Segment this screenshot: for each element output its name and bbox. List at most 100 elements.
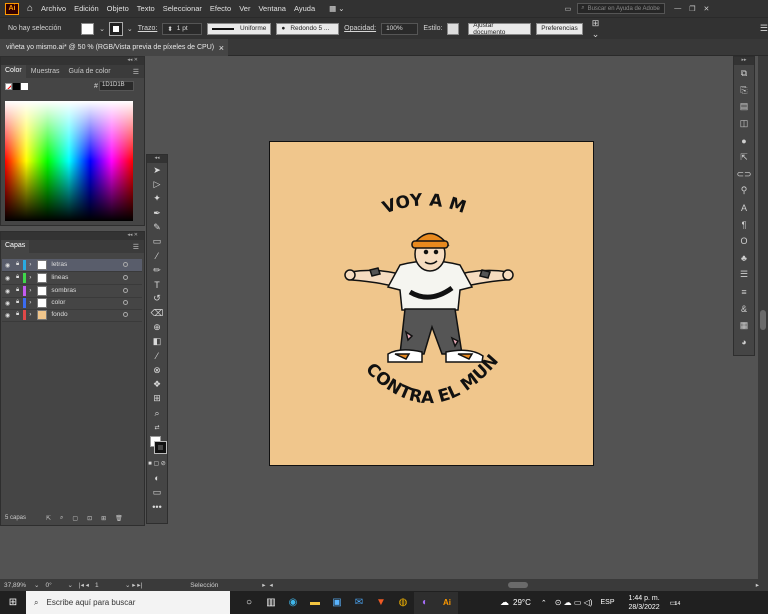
lock-icon[interactable]: 🔒︎ [16, 311, 19, 318]
new-sublayer-icon[interactable]: ⊡ [87, 515, 92, 522]
artboard-tool-icon[interactable]: ⊞ [147, 392, 167, 406]
chevron-right-icon[interactable]: › [29, 299, 31, 306]
selection-tool-icon[interactable]: ➤ [147, 163, 167, 177]
clock[interactable]: 1:44 p. m. 28/3/2022 [629, 594, 660, 612]
blend-tool-icon[interactable]: ⊗ [147, 363, 167, 377]
home-icon[interactable]: ⌂ [27, 3, 33, 14]
swap-fill-stroke-icon[interactable]: ⇄ [147, 420, 167, 434]
panel-menu-icon[interactable]: ☰ [133, 243, 139, 251]
appearance-icon[interactable]: ● [734, 132, 754, 149]
language-indicator[interactable]: ESP [601, 599, 615, 606]
menu-ventana[interactable]: Ventana [258, 4, 286, 13]
mail-icon[interactable]: ✉ [348, 592, 370, 614]
opacity-label[interactable]: Opacidad: [344, 25, 376, 32]
swatches-icon[interactable]: ▦ [734, 317, 754, 334]
menu-texto[interactable]: Texto [137, 4, 155, 13]
screen-mode-icon[interactable]: ▭ [147, 485, 167, 499]
vertical-scrollbar[interactable] [758, 56, 768, 579]
layer-target-icon[interactable] [123, 312, 128, 318]
lock-icon[interactable]: 🔒︎ [16, 261, 19, 268]
layer-name[interactable]: lineas [51, 274, 106, 281]
temperature[interactable]: 29°C [513, 598, 531, 607]
chevron-down-icon[interactable]: ⌄ [34, 581, 39, 589]
menu-efecto[interactable]: Efecto [210, 4, 231, 13]
type-tool-icon[interactable]: T [147, 277, 167, 291]
artboard-number[interactable]: 1 [95, 582, 125, 589]
help-search-input[interactable]: ⌕ Buscar en Ayuda de Adobe [577, 3, 666, 14]
artboard[interactable]: VOY A MÍ CONTRA EL MUNDO [263, 125, 594, 466]
close-button[interactable]: ✕ [704, 5, 710, 13]
links-icon[interactable]: ⊂⊃ [734, 166, 754, 183]
paragraph-icon[interactable]: ¶ [734, 216, 754, 233]
character-icon[interactable]: A [734, 199, 754, 216]
magic-wand-tool-icon[interactable]: ✦ [147, 192, 167, 206]
color-mode-icon[interactable]: ■ ▢ ⊘ [147, 457, 167, 471]
hex-field[interactable]: 1D1D1B [99, 81, 134, 91]
chevron-right-icon[interactable]: › [29, 261, 31, 268]
rotate-tool-icon[interactable]: ↺ [147, 292, 167, 306]
messenger-icon[interactable]: ◐ [414, 591, 436, 614]
eyedropper-tool-icon[interactable]: ⁄ [147, 349, 167, 363]
arrange-docs-icon[interactable]: ▭ [565, 5, 572, 13]
restore-button[interactable]: ❐ [689, 5, 695, 13]
paintbrush-tool-icon[interactable]: ⁄ [147, 249, 167, 263]
properties-icon[interactable]: ⧉ [734, 65, 754, 82]
chevron-right-icon[interactable]: › [29, 274, 31, 281]
visibility-eye-icon[interactable]: ◉ [5, 275, 11, 282]
layer-name[interactable]: color [51, 299, 106, 306]
windows-start-icon[interactable]: ⊞ [0, 592, 26, 614]
stroke-label[interactable]: Trazo: [138, 25, 158, 32]
workspace-switcher-icon[interactable]: ▦ ⌄ [329, 4, 344, 13]
minimize-button[interactable]: — [674, 5, 681, 12]
white-swatch[interactable] [21, 83, 28, 90]
layer-name[interactable]: letras [51, 261, 106, 268]
rectangle-tool-icon[interactable]: ▭ [147, 234, 167, 248]
symbol-sprayer-tool-icon[interactable]: ❖ [147, 377, 167, 391]
locate-object-icon[interactable]: ⌕ [60, 515, 63, 522]
next-artboard-icon[interactable]: ⌄ ▸ ▸| [125, 581, 142, 589]
menu-edicion[interactable]: Edición [74, 4, 99, 13]
prev-artboard-icon[interactable]: |◂ ◂ [79, 581, 89, 589]
curvature-tool-icon[interactable]: ✎ [147, 220, 167, 234]
export-icon[interactable]: ⇱ [46, 515, 51, 522]
chrome-icon[interactable]: ◍ [392, 592, 414, 614]
layer-row-sombras[interactable]: ◉ 🔒︎ › sombras [2, 285, 142, 298]
artboards-icon[interactable]: ⎘ [734, 82, 754, 99]
style-swatch[interactable] [447, 22, 460, 35]
layer-row-color[interactable]: ◉ 🔒︎ › color [2, 297, 142, 310]
new-layer-icon[interactable]: ⊞ [101, 515, 106, 522]
layer-name[interactable]: sombras [51, 287, 106, 294]
chevron-right-icon[interactable]: › [29, 311, 31, 318]
clipping-mask-icon[interactable]: ▢ [72, 515, 78, 522]
brushes-icon[interactable]: ⚲ [734, 183, 754, 200]
symbols-icon[interactable]: ♣ [734, 250, 754, 267]
align-icon[interactable]: ☰ [734, 267, 754, 284]
transparency-icon[interactable]: ▤ [734, 99, 754, 116]
gradient-tool-icon[interactable]: ◧ [147, 335, 167, 349]
horizontal-scrollbar[interactable] [276, 581, 756, 589]
export-icon[interactable]: ⇱ [734, 149, 754, 166]
file-explorer-icon[interactable]: ▬ [304, 592, 326, 614]
shape-builder-tool-icon[interactable]: ⊕ [147, 320, 167, 334]
more-tools-icon[interactable]: ••• [147, 500, 167, 514]
visibility-eye-icon[interactable]: ◉ [5, 288, 11, 295]
status-arrow-icon[interactable]: ▸ [262, 581, 265, 589]
eraser-tool-icon[interactable]: ⌫ [147, 306, 167, 320]
delete-layer-icon[interactable]: 🗑︎ [115, 515, 123, 522]
menu-ver[interactable]: Ver [239, 4, 250, 13]
fill-stroke-indicator[interactable] [147, 435, 167, 457]
close-tab-icon[interactable]: × [219, 43, 224, 53]
layer-target-icon[interactable] [123, 275, 128, 281]
layer-row-letras[interactable]: ◉ 🔒︎ › letras [2, 259, 142, 272]
graphic-styles-icon[interactable]: ◕ [734, 334, 754, 351]
adjust-document-button[interactable]: Ajustar documento [468, 22, 532, 36]
notifications-icon[interactable]: ▭ 14 [670, 599, 681, 607]
opacity-field[interactable]: 100% [381, 22, 419, 35]
tab-color[interactable]: Color [1, 65, 26, 78]
visibility-eye-icon[interactable]: ◉ [5, 300, 11, 307]
menu-ayuda[interactable]: Ayuda [294, 4, 315, 13]
chevron-down-icon[interactable]: ⌄ [127, 25, 133, 33]
opentype-icon[interactable]: O [734, 233, 754, 250]
layer-row-lineas[interactable]: ◉ 🔒︎ › lineas [2, 272, 142, 285]
task-view-icon[interactable]: ▥ [260, 592, 282, 614]
